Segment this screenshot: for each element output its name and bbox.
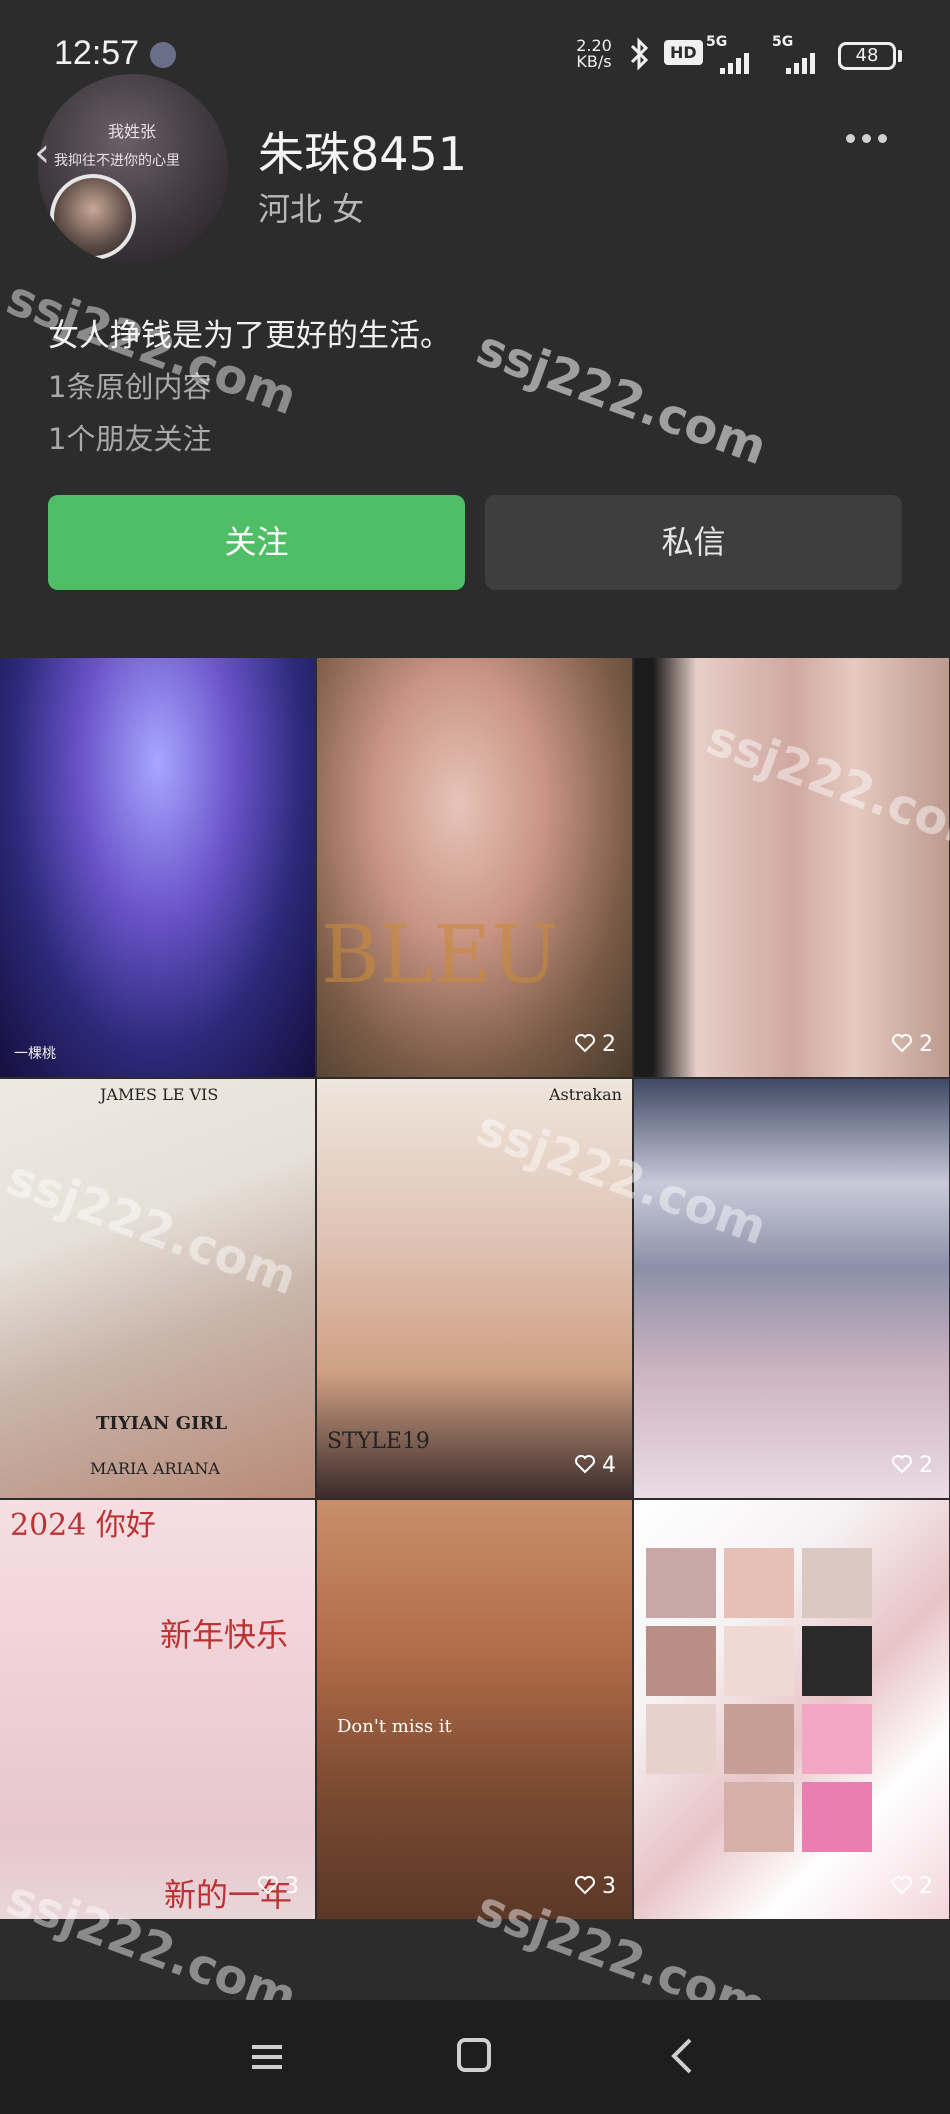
signal-icon-1: 5G	[706, 34, 762, 74]
grid-item-2[interactable]: BLEU 2	[317, 658, 632, 1077]
avatar-caption-2: 我抑往不进你的心里	[54, 153, 180, 169]
grid-item-1[interactable]: 一棵桃	[0, 658, 315, 1077]
grid-item-6[interactable]: 2	[634, 1079, 949, 1498]
like-count: 2	[891, 1453, 933, 1478]
like-count: 3	[574, 1874, 616, 1899]
like-count-value: 3	[602, 1874, 616, 1899]
like-count-value: 2	[919, 1453, 933, 1478]
friends-follow-count[interactable]: 1个朋友关注	[48, 416, 211, 458]
like-count: 3	[257, 1874, 299, 1899]
grid-item-4-text: TIYIAN GIRL	[96, 1413, 228, 1434]
grid-item-1-text: 一棵桃	[14, 1046, 56, 1062]
grid-item-9[interactable]: 2	[634, 1500, 949, 1919]
back-arrow-icon[interactable]: ‹	[34, 130, 50, 176]
bluetooth-icon	[630, 37, 649, 71]
like-count-value: 3	[285, 1874, 299, 1899]
follow-button[interactable]: 关注	[48, 495, 465, 590]
notification-icon	[150, 42, 176, 68]
heart-icon	[258, 1876, 278, 1895]
grid-item-5-text: Astrakan	[549, 1085, 622, 1104]
back-icon[interactable]	[666, 2036, 700, 2076]
avatar-caption-1: 我姓张	[108, 122, 157, 141]
network-speed: 2.20 KB/s	[572, 38, 616, 70]
grid-item-8-text: Don't miss it	[337, 1716, 452, 1737]
battery-tip	[898, 50, 902, 62]
like-count: 2	[574, 1032, 616, 1057]
network-speed-unit: KB/s	[576, 52, 612, 71]
more-options-icon[interactable]	[846, 128, 896, 148]
heart-icon	[575, 1876, 595, 1895]
grid-item-7-text: 新年快乐	[160, 1616, 289, 1654]
like-count-value: 2	[919, 1032, 933, 1057]
grid-item-7[interactable]: 2024 你好 新年快乐 新的一年 3	[0, 1500, 315, 1919]
signal-label-2: 5G	[772, 34, 794, 50]
like-count-value: 4	[602, 1453, 616, 1478]
grid-item-2-text: BLEU	[321, 908, 559, 1001]
like-count-value: 2	[602, 1032, 616, 1057]
heart-icon	[575, 1455, 595, 1474]
heart-icon	[892, 1455, 912, 1474]
navigation-bar	[0, 2000, 950, 2114]
home-icon[interactable]	[457, 2038, 491, 2072]
photo-mosaic	[646, 1548, 936, 1868]
grid-item-8[interactable]: Don't miss it 3	[317, 1500, 632, 1919]
battery-icon: 48	[838, 42, 896, 70]
profile-location-gender: 河北 女	[258, 190, 365, 228]
signal-label-1: 5G	[706, 34, 728, 50]
profile-name: 朱珠8451	[258, 127, 468, 181]
avatar[interactable]: 我姓张 我抑往不进你的心里	[38, 74, 228, 264]
message-button[interactable]: 私信	[485, 495, 902, 590]
grid-item-5-word: STYLE19	[327, 1429, 430, 1454]
grid-item-7-top: 2024 你好	[10, 1508, 156, 1543]
photo-grid: 一棵桃 BLEU 2 2 JAMES LE VIS TIYIAN GIRL MA…	[0, 658, 950, 1920]
like-count: 2	[891, 1874, 933, 1899]
grid-item-4-sub2: MARIA ARIANA	[90, 1459, 220, 1478]
signal-icon-2: 5G	[772, 34, 828, 74]
status-time: 12:57	[54, 34, 140, 72]
like-count-value: 2	[919, 1874, 933, 1899]
heart-icon	[892, 1034, 912, 1053]
heart-icon	[892, 1876, 912, 1895]
avatar-inner-photo	[50, 174, 136, 260]
heart-icon	[575, 1034, 595, 1053]
like-count: 2	[891, 1032, 933, 1057]
hd-badge: HD	[664, 40, 703, 65]
menu-icon[interactable]	[250, 2040, 284, 2074]
watermark: ssj222.com	[469, 319, 774, 477]
grid-item-4-sub1: JAMES LE VIS	[100, 1085, 219, 1104]
like-count: 4	[574, 1453, 616, 1478]
grid-item-3[interactable]: 2	[634, 658, 949, 1077]
